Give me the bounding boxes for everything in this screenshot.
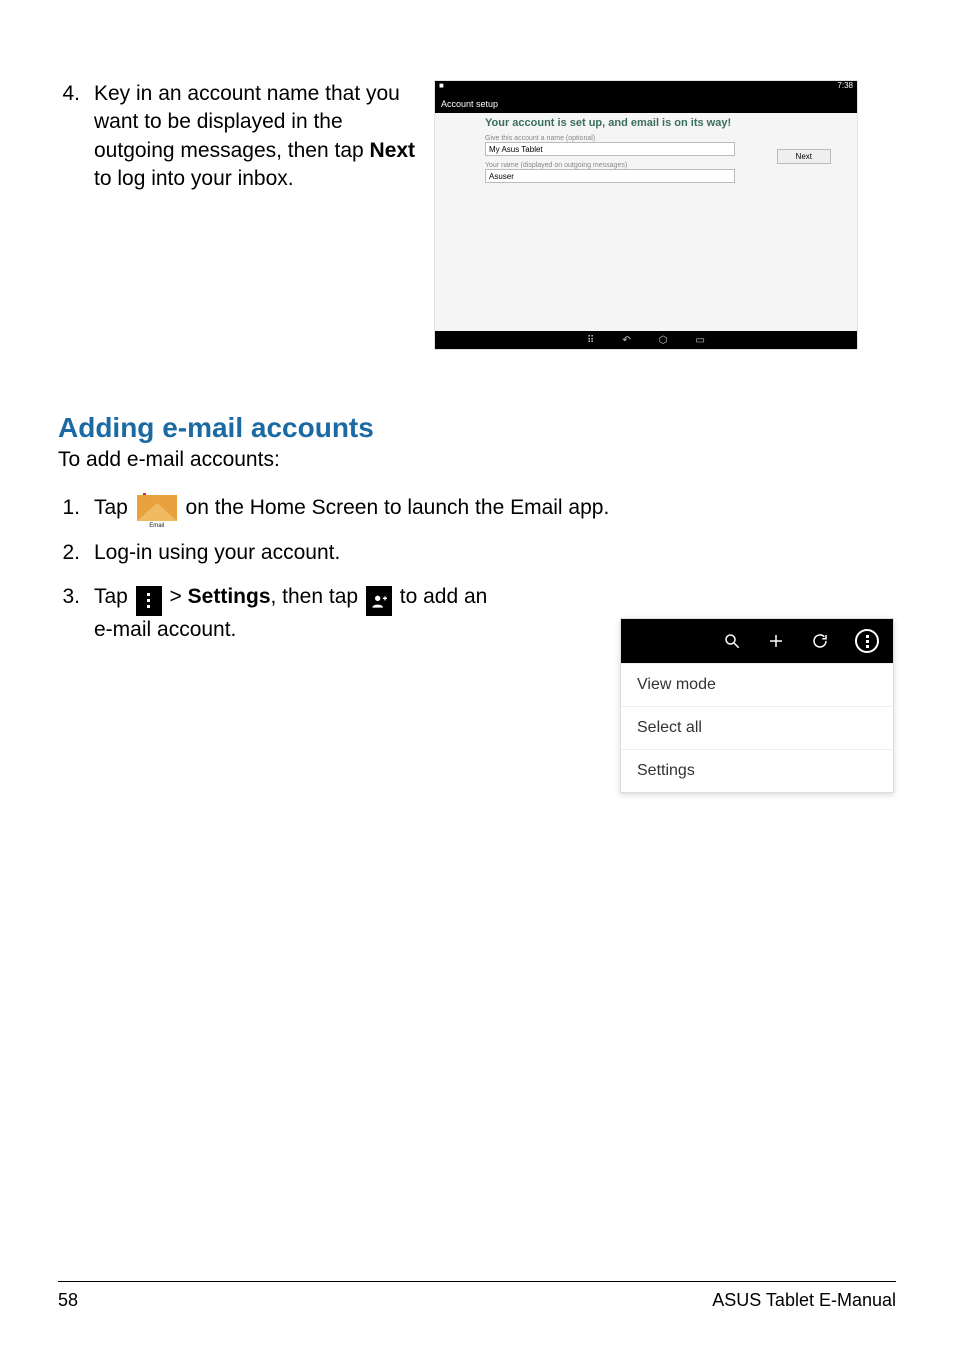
- screenshot-account-setup: ■ 7:38 Account setup Your account is set…: [434, 80, 858, 350]
- add-account-icon[interactable]: [366, 586, 392, 616]
- menu-item-select-all[interactable]: Select all: [621, 706, 893, 749]
- step-1-text-a: Tap: [94, 496, 134, 519]
- step-4-text: Key in an account name that you want to …: [94, 80, 416, 193]
- step-4-text-a: Key in an account name that you want to …: [94, 82, 400, 162]
- more-options-circle-icon[interactable]: [855, 629, 879, 653]
- step-3-text-b: >: [170, 585, 188, 608]
- add-icon[interactable]: [767, 632, 785, 650]
- step-1: 1. Tap Email on the Home Screen to launc…: [58, 492, 896, 525]
- step-3-text-a: Tap: [94, 585, 134, 608]
- step-4-number: 4.: [58, 80, 80, 193]
- status-bar: ■ 7:38: [435, 81, 857, 95]
- step-3-settings: Settings: [188, 585, 271, 608]
- menu-item-settings[interactable]: Settings: [621, 749, 893, 792]
- step-3-text-e: e-mail account.: [94, 618, 236, 641]
- your-name-field[interactable]: Asuser: [485, 169, 735, 183]
- screenshot-title: Your account is set up, and email is on …: [485, 117, 807, 129]
- step-3-text-d: to add an: [400, 585, 488, 608]
- nav-bar: ⠿ ↶ ⬡ ▭: [435, 331, 857, 349]
- manual-title: ASUS Tablet E-Manual: [712, 1290, 896, 1311]
- heading-adding-email: Adding e-mail accounts: [58, 412, 896, 444]
- page-number: 58: [58, 1290, 78, 1311]
- status-bullet: ■: [439, 81, 444, 95]
- status-time: 7:38: [837, 81, 853, 95]
- step-4-bold: Next: [370, 139, 416, 162]
- page-footer: 58 ASUS Tablet E-Manual: [58, 1281, 896, 1311]
- step-4-text-b: to log into your inbox.: [94, 167, 294, 190]
- menu-toolbar: [621, 619, 893, 663]
- screenshot-label-1: Give this account a name (optional): [485, 135, 807, 142]
- next-button[interactable]: Next: [777, 149, 831, 164]
- screenshot-label-2: Your name (displayed on outgoing message…: [485, 162, 807, 169]
- step-2: 2. Log-in using your account.: [58, 537, 896, 570]
- account-name-field[interactable]: My Asus Tablet: [485, 142, 735, 156]
- email-app-icon: Email: [136, 495, 178, 529]
- search-icon[interactable]: [723, 632, 741, 650]
- screenshot-overflow-menu: View mode Select all Settings: [620, 618, 894, 793]
- screenshot-breadcrumb: Account setup: [435, 95, 857, 113]
- step-3-text-c: , then tap: [271, 585, 364, 608]
- step-4: 4. Key in an account name that you want …: [58, 80, 416, 193]
- refresh-icon[interactable]: [811, 632, 829, 650]
- home-icon[interactable]: ⬡: [659, 335, 668, 346]
- step-1-number: 1.: [58, 492, 80, 525]
- step-2-number: 2.: [58, 537, 80, 570]
- email-icon-caption: Email: [136, 522, 178, 531]
- step-3-number: 3.: [58, 581, 80, 614]
- recent-icon[interactable]: ▭: [696, 335, 705, 346]
- more-options-icon[interactable]: [136, 586, 162, 616]
- menu-item-view-mode[interactable]: View mode: [621, 663, 893, 706]
- apps-icon[interactable]: ⠿: [587, 335, 594, 346]
- step-1-text-b: on the Home Screen to launch the Email a…: [186, 496, 610, 519]
- step-2-text: Log-in using your account.: [94, 537, 896, 570]
- lead-text: To add e-mail accounts:: [58, 448, 896, 472]
- back-icon[interactable]: ↶: [622, 335, 630, 346]
